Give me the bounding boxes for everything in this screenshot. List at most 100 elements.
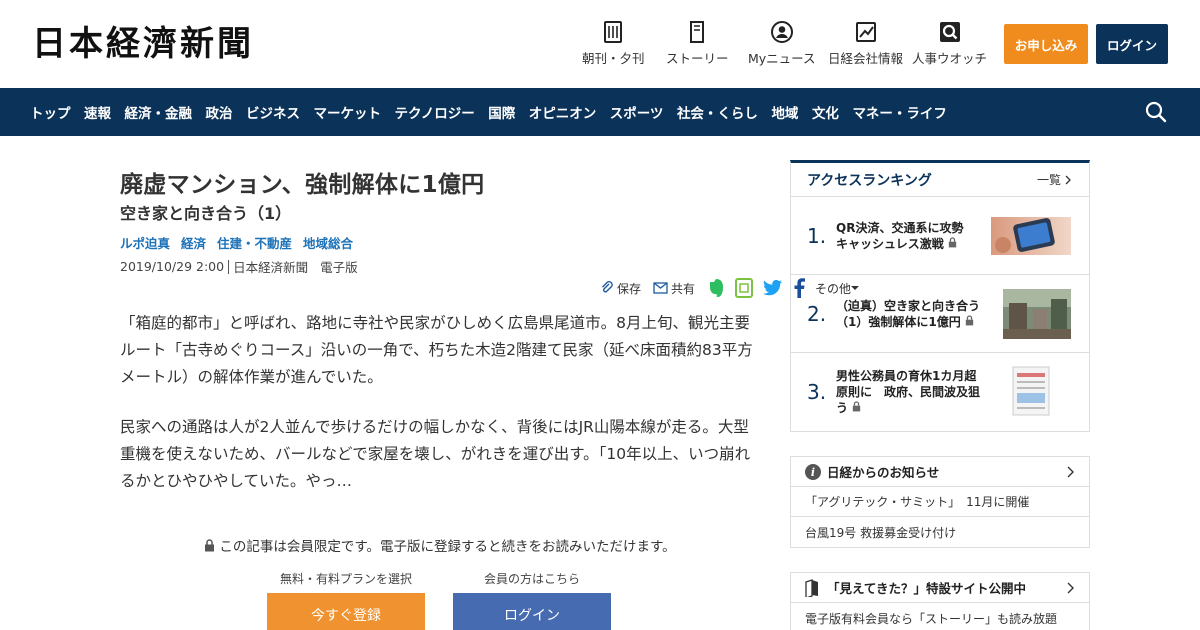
rank-headline: QR決済、交通系に攻勢 キャッシュレス激戦 bbox=[836, 221, 976, 251]
nav-personnel-watch[interactable]: 人事ウオッチ bbox=[912, 20, 987, 67]
thumbnail-document bbox=[1012, 366, 1050, 416]
paywall-login-button[interactable]: ログイン bbox=[453, 593, 611, 630]
category-society[interactable]: 社会・くらし bbox=[677, 102, 758, 122]
site-header: 日本経濟新聞 朝刊・夕刊 ストーリー Myニュース 日経会社情報 人事ウオッチ … bbox=[0, 0, 1200, 88]
promo-header[interactable]: 「見えてきた？」特設サイト公開中 bbox=[791, 573, 1089, 603]
category-economy[interactable]: 経済・金融 bbox=[125, 102, 193, 122]
login-button[interactable]: ログイン bbox=[1096, 24, 1168, 64]
article-edition: 電子版 bbox=[320, 260, 358, 275]
access-ranking: アクセスランキング 一覧 1. QR決済、交通系に攻勢 キャッシュレス激戦 2.… bbox=[790, 160, 1090, 432]
nikkei-notices: i 日経からのお知らせ 「アグリテック・サミット」 11月に開催 台風19号 救… bbox=[790, 456, 1090, 548]
share-label: 共有 bbox=[671, 281, 696, 296]
rank-number: 2. bbox=[807, 302, 827, 326]
nav-label: Myニュース bbox=[748, 51, 816, 66]
notices-title: 日経からのお知らせ bbox=[827, 465, 940, 480]
rank-headline: 男性公務員の育休1カ月超原則に 政府、民間波及狙う bbox=[836, 369, 981, 415]
story-promo: 「見えてきた？」特設サイト公開中 電子版有料会員なら「ストーリー」も読み放題 bbox=[790, 572, 1090, 630]
category-culture[interactable]: 文化 bbox=[812, 102, 839, 122]
rank-headline: （迫真）空き家と向き合う（1）強制解体に1億円 bbox=[836, 299, 981, 329]
promo-text[interactable]: 電子版有料会員なら「ストーリー」も読み放題 bbox=[791, 603, 1089, 630]
notice-item[interactable]: 「アグリテック・サミット」 11月に開催 bbox=[791, 487, 1089, 517]
rank-text-wrap: 男性公務員の育休1カ月超原則に 政府、民間波及狙う bbox=[836, 353, 986, 431]
nav-story[interactable]: ストーリー bbox=[666, 20, 729, 67]
category-international[interactable]: 国際 bbox=[488, 102, 515, 122]
ranking-header: アクセスランキング 一覧 bbox=[791, 163, 1089, 197]
nikkei-logo[interactable]: 日本経濟新聞 bbox=[32, 22, 254, 66]
thumbnail-demolition bbox=[1003, 289, 1071, 339]
nav-company-info[interactable]: 日経会社情報 bbox=[828, 20, 903, 67]
paywall-note: この記事は会員限定です。電子版に登録すると続きをお読みいただけます。 bbox=[120, 535, 760, 555]
info-icon: i bbox=[805, 463, 821, 480]
nav-my-news[interactable]: Myニュース bbox=[748, 20, 816, 67]
member-label: 会員の方はこちら bbox=[484, 572, 581, 586]
plan-label: 無料・有料プランを選択 bbox=[280, 572, 413, 586]
lock-icon bbox=[965, 315, 974, 326]
notices-header[interactable]: i 日経からのお知らせ bbox=[791, 457, 1089, 487]
category-business[interactable]: ビジネス bbox=[246, 102, 300, 122]
thumbnail-qr-payment bbox=[991, 217, 1071, 255]
ranking-item[interactable]: 1. QR決済、交通系に攻勢 キャッシュレス激戦 bbox=[791, 197, 1089, 275]
ranking-all-link[interactable]: 一覧 bbox=[1037, 171, 1073, 188]
book-open-icon bbox=[805, 578, 818, 597]
paywall: この記事は会員限定です。電子版に登録すると続きをお読みいただけます。 無料・有料… bbox=[120, 535, 760, 630]
register-button[interactable]: 今すぐ登録 bbox=[267, 593, 425, 630]
nav-morning-evening[interactable]: 朝刊・夕刊 bbox=[582, 20, 645, 67]
category-markets[interactable]: マーケット bbox=[314, 102, 382, 122]
lock-icon bbox=[205, 538, 215, 551]
share-button[interactable]: 共有 bbox=[653, 280, 695, 297]
rank-text-wrap: QR決済、交通系に攻勢 キャッシュレス激戦 bbox=[836, 197, 986, 275]
category-breaking[interactable]: 速報 bbox=[84, 102, 111, 122]
notice-item[interactable]: 台風19号 救援募金受け付け bbox=[791, 517, 1089, 547]
promo-title: 「見えてきた？」特設サイト公開中 bbox=[827, 581, 1027, 596]
svg-text:i: i bbox=[811, 466, 815, 479]
ranking-all-label: 一覧 bbox=[1036, 173, 1061, 187]
chart-icon bbox=[855, 22, 876, 42]
tag-link[interactable]: 住建・不動産 bbox=[217, 233, 292, 252]
mail-icon bbox=[653, 282, 668, 294]
meta-divider bbox=[228, 259, 230, 274]
twitter-icon[interactable] bbox=[763, 279, 783, 297]
article-title: 廃虚マンション、強制解体に1億円 bbox=[120, 172, 485, 198]
rank-text-wrap: （迫真）空き家と向き合う（1）強制解体に1億円 bbox=[836, 275, 986, 353]
paperclip-icon bbox=[602, 281, 613, 293]
category-politics[interactable]: 政治 bbox=[206, 102, 233, 122]
article: 廃虚マンション、強制解体に1億円 空き家と向き合う（1） ルポ迫真 経済 住建・… bbox=[120, 160, 860, 630]
magnifier-icon bbox=[939, 22, 960, 42]
evernote-icon[interactable] bbox=[707, 278, 725, 298]
category-top[interactable]: トップ bbox=[30, 102, 71, 122]
article-source: 日本経済新聞 bbox=[233, 260, 309, 275]
newspaper-icon bbox=[604, 21, 623, 43]
tag-link[interactable]: 地域総合 bbox=[303, 233, 353, 252]
nav-label: 日経会社情報 bbox=[828, 51, 904, 66]
apply-button[interactable]: お申し込み bbox=[1004, 24, 1088, 64]
category-sports[interactable]: スポーツ bbox=[610, 102, 664, 122]
category-technology[interactable]: テクノロジー bbox=[395, 102, 475, 122]
book-icon bbox=[690, 21, 705, 43]
ranking-item[interactable]: 3. 男性公務員の育休1カ月超原則に 政府、民間波及狙う bbox=[791, 353, 1089, 431]
category-money-life[interactable]: マネー・ライフ bbox=[852, 102, 947, 122]
ranking-item[interactable]: 2. （迫真）空き家と向き合う（1）強制解体に1億円 bbox=[791, 275, 1089, 353]
nav-label: 人事ウオッチ bbox=[912, 51, 988, 66]
save-label: 保存 bbox=[617, 281, 642, 296]
rank-number: 1. bbox=[807, 224, 827, 248]
tag-link[interactable]: 経済 bbox=[181, 233, 206, 252]
lock-icon bbox=[853, 401, 861, 412]
user-icon bbox=[770, 21, 793, 43]
article-subtitle: 空き家と向き合う（1） bbox=[120, 204, 292, 223]
article-tags: ルポ迫真 経済 住建・不動産 地域総合 bbox=[120, 233, 760, 252]
article-meta: 2019/10/29 2:00 日本経済新聞 電子版 bbox=[120, 257, 760, 276]
lock-icon bbox=[948, 237, 957, 248]
bookmark-icon[interactable] bbox=[735, 278, 754, 298]
chevron-right-icon bbox=[1067, 466, 1074, 478]
nav-label: ストーリー bbox=[666, 51, 729, 66]
article-paragraph: 民家への通路は人が2人並んで歩けるだけの幅しかなく、背後にはJR山陽本線が走る。… bbox=[120, 418, 751, 490]
save-button[interactable]: 保存 bbox=[600, 280, 641, 297]
rank-number: 3. bbox=[807, 380, 827, 404]
category-regional[interactable]: 地域 bbox=[771, 102, 798, 122]
tag-link[interactable]: ルポ迫真 bbox=[120, 233, 170, 252]
chevron-right-icon bbox=[1065, 175, 1071, 184]
category-opinion[interactable]: オピニオン bbox=[529, 102, 597, 122]
search-icon[interactable] bbox=[1144, 100, 1168, 124]
paywall-note-text: この記事は会員限定です。電子版に登録すると続きをお読みいただけます。 bbox=[219, 539, 676, 555]
article-body: 「箱庭的都市」と呼ばれ、路地に寺社や民家がひしめく広島県尾道市。8月上旬、観光主… bbox=[120, 310, 760, 518]
